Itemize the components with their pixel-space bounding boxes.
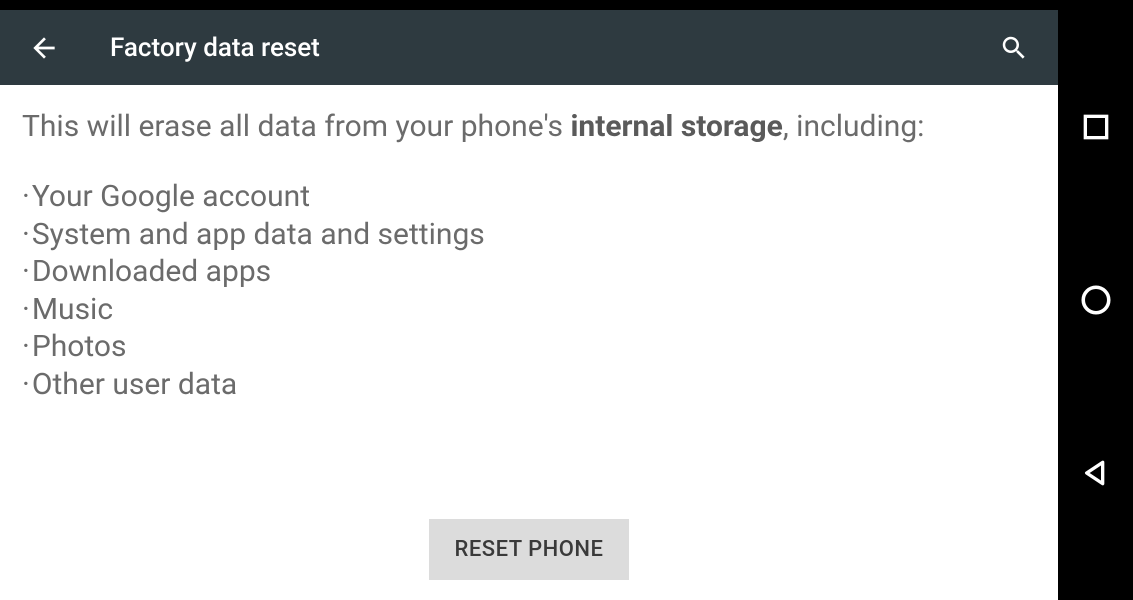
square-icon [1080, 111, 1112, 143]
reset-button-container: RESET PHONE [0, 519, 1058, 600]
list-item: Music [22, 291, 1036, 329]
list-item: Your Google account [22, 178, 1036, 216]
nav-back-button[interactable] [1071, 448, 1121, 498]
status-bar [0, 0, 1058, 10]
content-area: This will erase all data from your phone… [0, 85, 1058, 519]
list-item: System and app data and settings [22, 216, 1036, 254]
list-item: Downloaded apps [22, 253, 1036, 291]
page-title: Factory data reset [110, 33, 990, 63]
intro-text: This will erase all data from your phone… [22, 107, 1036, 146]
home-button[interactable] [1071, 275, 1121, 325]
erase-list: Your Google account System and app data … [22, 178, 1036, 403]
reset-phone-button[interactable]: RESET PHONE [429, 519, 630, 580]
back-button[interactable] [20, 24, 68, 72]
navigation-bar [1058, 0, 1133, 600]
app-header: Factory data reset [0, 10, 1058, 85]
back-arrow-icon [28, 32, 60, 64]
intro-bold: internal storage [570, 109, 782, 144]
circle-icon [1079, 283, 1113, 317]
list-item: Other user data [22, 366, 1036, 404]
intro-suffix: , including: [783, 109, 925, 144]
list-item: Photos [22, 328, 1036, 366]
search-button[interactable] [990, 24, 1038, 72]
intro-prefix: This will erase all data from your phone… [22, 109, 570, 144]
main-screen: Factory data reset This will erase all d… [0, 0, 1058, 600]
triangle-back-icon [1080, 457, 1112, 489]
search-icon [999, 33, 1029, 63]
recent-apps-button[interactable] [1071, 102, 1121, 152]
